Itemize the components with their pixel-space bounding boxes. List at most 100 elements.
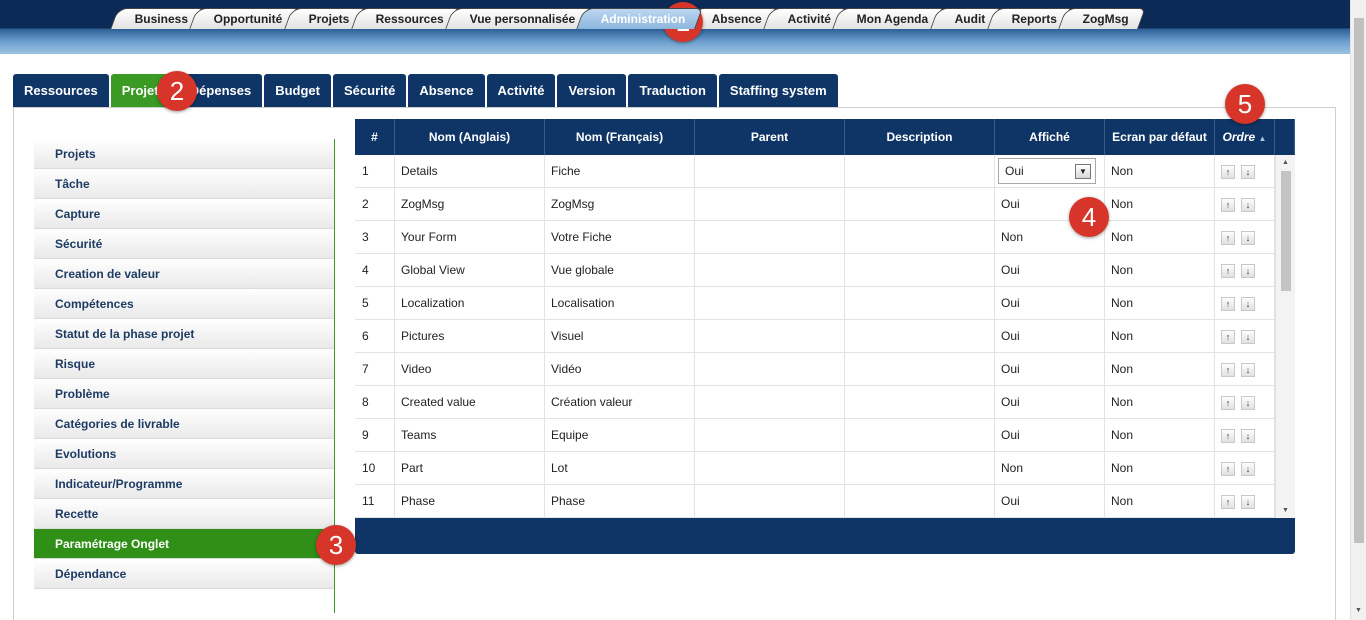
affiche-select[interactable]: Oui ▼ [998, 158, 1096, 184]
cell-name-fr: ZogMsg [545, 188, 695, 221]
main-nav: Business Opportunité Projets Ressources … [110, 8, 1146, 30]
arrow-down-icon[interactable]: ↓ [1241, 363, 1255, 377]
arrow-down-icon[interactable]: ↓ [1241, 198, 1255, 212]
arrow-down-icon[interactable]: ↓ [1241, 330, 1255, 344]
sidebar-item-competences[interactable]: Compétences [34, 289, 334, 319]
col-header-description[interactable]: Description [845, 119, 995, 155]
cell-name-en: Phase [395, 485, 545, 518]
sidebar-item-securite[interactable]: Sécurité [34, 229, 334, 259]
sub-tab-ressources[interactable]: Ressources [13, 74, 109, 108]
table-row[interactable]: 6 Pictures Visuel Oui Non ↑ ↓ [355, 320, 1295, 353]
page-scroll-down-icon[interactable]: ▼ [1355, 607, 1362, 614]
main-tab-zogmsg[interactable]: ZogMsg [1058, 8, 1146, 29]
arrow-up-icon[interactable]: ↑ [1221, 330, 1235, 344]
table-row[interactable]: 2 ZogMsg ZogMsg Oui Non ↑ ↓ [355, 188, 1295, 221]
sidebar-item-evolutions[interactable]: Evolutions [34, 439, 334, 469]
cell-ecran-defaut: Non [1105, 419, 1215, 452]
scroll-up-icon[interactable]: ▲ [1282, 159, 1289, 166]
cell-ordre: ↑ ↓ [1215, 254, 1275, 287]
sidebar-item-recette[interactable]: Recette [34, 499, 334, 529]
arrow-up-icon[interactable]: ↑ [1221, 495, 1235, 509]
sidebar-item-indicateur-programme[interactable]: Indicateur/Programme [34, 469, 334, 499]
chevron-down-icon[interactable]: ▼ [1075, 164, 1091, 179]
arrow-up-icon[interactable]: ↑ [1221, 462, 1235, 476]
table-row[interactable]: 9 Teams Equipe Oui Non ↑ ↓ [355, 419, 1295, 452]
col-header-ecran-defaut[interactable]: Ecran par défaut [1105, 119, 1215, 155]
col-header-name-en[interactable]: Nom (Anglais) [395, 119, 545, 155]
cell-description [845, 254, 995, 287]
sidebar-item-categories-livrable[interactable]: Catégories de livrable [34, 409, 334, 439]
arrow-down-icon[interactable]: ↓ [1241, 396, 1255, 410]
arrow-down-icon[interactable]: ↓ [1241, 462, 1255, 476]
table-row[interactable]: 7 Video Vidéo Oui Non ↑ ↓ [355, 353, 1295, 386]
arrow-up-icon[interactable]: ↑ [1221, 264, 1235, 278]
col-header-ordre-label: Ordre [1222, 130, 1256, 144]
table-row[interactable]: 4 Global View Vue globale Oui Non ↑ ↓ [355, 254, 1295, 287]
grid-body: 1 Details Fiche Oui ▼ Non ↑ ↓ 2 ZogMsg ZogMsg Oui No… [355, 155, 1295, 518]
arrow-down-icon[interactable]: ↓ [1241, 165, 1255, 179]
main-tab-mon-agenda[interactable]: Mon Agenda [832, 8, 946, 29]
arrow-down-icon[interactable]: ↓ [1241, 429, 1255, 443]
cell-description [845, 452, 995, 485]
col-header-affiche[interactable]: Affiché [995, 119, 1105, 155]
col-header-num[interactable]: # [355, 119, 395, 155]
table-row[interactable]: 3 Your Form Votre Fiche Non Non ↑ ↓ [355, 221, 1295, 254]
sub-tab-absence[interactable]: Absence [408, 74, 485, 108]
sort-asc-icon: ▲ [1258, 134, 1267, 143]
main-tab-opportunite[interactable]: Opportunité [189, 8, 300, 29]
grid-vertical-scrollbar[interactable]: ▲ ▼ [1275, 155, 1295, 518]
table-row[interactable]: 10 Part Lot Non Non ↑ ↓ [355, 452, 1295, 485]
sidebar-item-probleme[interactable]: Problème [34, 379, 334, 409]
col-header-name-fr[interactable]: Nom (Français) [545, 119, 695, 155]
cell-description [845, 320, 995, 353]
sub-tab-traduction[interactable]: Traduction [628, 74, 717, 108]
sidebar-item-statut-phase-projet[interactable]: Statut de la phase projet [34, 319, 334, 349]
cell-name-en: Video [395, 353, 545, 386]
cell-name-fr: Phase [545, 485, 695, 518]
grid-scroll-thumb[interactable] [1281, 171, 1291, 291]
arrow-up-icon[interactable]: ↑ [1221, 396, 1235, 410]
page-scroll-thumb[interactable] [1354, 18, 1364, 543]
sub-tab-activite[interactable]: Activité [486, 74, 556, 108]
arrow-up-icon[interactable]: ↑ [1221, 297, 1235, 311]
main-tab-administration[interactable]: Administration [576, 8, 703, 29]
table-row[interactable]: 1 Details Fiche Oui ▼ Non ↑ ↓ [355, 155, 1295, 188]
sidebar-item-parametrage-onglet[interactable]: Paramétrage Onglet [34, 529, 334, 559]
sidebar-item-tache[interactable]: Tâche [34, 169, 334, 199]
arrow-down-icon[interactable]: ↓ [1241, 297, 1255, 311]
cell-parent [695, 386, 845, 419]
arrow-down-icon[interactable]: ↓ [1241, 231, 1255, 245]
cell-description [845, 386, 995, 419]
sub-tab-version[interactable]: Version [557, 74, 627, 108]
arrow-up-icon[interactable]: ↑ [1221, 165, 1235, 179]
arrow-down-icon[interactable]: ↓ [1241, 264, 1255, 278]
scroll-down-icon[interactable]: ▼ [1282, 507, 1289, 514]
cell-ordre: ↑ ↓ [1215, 419, 1275, 452]
cell-ecran-defaut: Non [1105, 452, 1215, 485]
table-row[interactable]: 8 Created value Création valeur Oui Non ↑ ↓ [355, 386, 1295, 419]
sub-tab-securite[interactable]: Sécurité [333, 74, 407, 108]
arrow-up-icon[interactable]: ↑ [1221, 198, 1235, 212]
sidebar-item-dependance[interactable]: Dépendance [34, 559, 334, 589]
table-row[interactable]: 11 Phase Phase Oui Non ↑ ↓ [355, 485, 1295, 518]
cell-name-en: Your Form [395, 221, 545, 254]
cell-ordre: ↑ ↓ [1215, 353, 1275, 386]
arrow-up-icon[interactable]: ↑ [1221, 363, 1235, 377]
main-tab-ressources[interactable]: Ressources [350, 8, 461, 29]
arrow-up-icon[interactable]: ↑ [1221, 231, 1235, 245]
main-tab-vue-personnalisee[interactable]: Vue personnalisée [444, 8, 593, 29]
grid-header: # Nom (Anglais) Nom (Français) Parent De… [355, 119, 1295, 155]
sub-tab-budget[interactable]: Budget [264, 74, 331, 108]
sidebar-item-risque[interactable]: Risque [34, 349, 334, 379]
sidebar-item-projets[interactable]: Projets [34, 139, 334, 169]
page-vertical-scrollbar[interactable]: ▼ [1350, 0, 1366, 620]
sidebar-item-capture[interactable]: Capture [34, 199, 334, 229]
cell-num: 5 [355, 287, 395, 320]
col-header-parent[interactable]: Parent [695, 119, 845, 155]
sub-tab-staffing-system[interactable]: Staffing system [718, 74, 838, 108]
col-header-ordre[interactable]: Ordre ▲ [1215, 119, 1275, 155]
sidebar-item-creation-de-valeur[interactable]: Creation de valeur [34, 259, 334, 289]
table-row[interactable]: 5 Localization Localisation Oui Non ↑ ↓ [355, 287, 1295, 320]
arrow-up-icon[interactable]: ↑ [1221, 429, 1235, 443]
arrow-down-icon[interactable]: ↓ [1241, 495, 1255, 509]
